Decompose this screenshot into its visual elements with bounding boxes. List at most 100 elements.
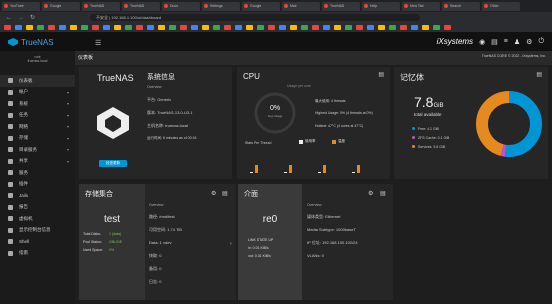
browser-tab[interactable]: Google xyxy=(42,1,80,11)
bookmark-icon[interactable] xyxy=(268,25,275,30)
bookmark-icon[interactable] xyxy=(444,25,451,30)
sidebar-item[interactable]: 共享 ▾ xyxy=(0,156,75,168)
bookmark-icon[interactable] xyxy=(279,25,286,30)
browser-tab[interactable]: TrueNAS xyxy=(82,1,120,11)
chevron-right-icon[interactable]: › xyxy=(230,241,232,247)
bookmark-icon[interactable] xyxy=(136,25,143,30)
bookmark-icon[interactable] xyxy=(400,25,407,30)
sidebar-item[interactable]: 任务 ▾ xyxy=(0,110,75,122)
chevron-down-icon: ▾ xyxy=(66,124,69,130)
truenas-logo[interactable]: TrueNAS xyxy=(8,38,54,47)
menu-toggle-icon[interactable]: ☰ xyxy=(95,39,101,47)
interface-menu-icon[interactable]: ▤ xyxy=(380,190,386,197)
bookmark-icon[interactable] xyxy=(433,25,440,30)
bookmark-icon[interactable] xyxy=(26,25,33,30)
sidebar-item-label: 共享 xyxy=(19,158,28,164)
browser-tab[interactable]: New Tab xyxy=(402,1,440,11)
browser-tab[interactable]: Google xyxy=(242,1,280,11)
browser-tab[interactable]: TrueNAS xyxy=(122,1,160,11)
check-updates-button[interactable]: 检查更新 xyxy=(99,160,127,167)
cpu-menu-icon[interactable]: ▤ xyxy=(378,71,384,78)
pool-settings-icon[interactable]: ⚙ xyxy=(211,190,216,197)
bookmark-icon[interactable] xyxy=(70,25,77,30)
sidebar-item[interactable]: 仪表板 xyxy=(0,75,75,87)
bookmark-icon[interactable] xyxy=(81,25,88,30)
sidebar-item-icon xyxy=(8,89,13,95)
truecommand-icon[interactable]: ◉ xyxy=(479,38,485,46)
bookmark-icon[interactable] xyxy=(48,25,55,30)
bookmark-icon[interactable] xyxy=(180,25,187,30)
bookmark-icon[interactable] xyxy=(114,25,121,30)
sidebar-item[interactable]: 插件 xyxy=(0,179,75,191)
browser-tab[interactable]: Search xyxy=(442,1,480,11)
bookmark-icon[interactable] xyxy=(224,25,231,30)
bookmark-icon[interactable] xyxy=(312,25,319,30)
ixsystems-logo[interactable]: iXsystems xyxy=(437,37,473,46)
bookmark-icon[interactable] xyxy=(125,25,132,30)
bookmark-icon[interactable] xyxy=(169,25,176,30)
bookmark-icon[interactable] xyxy=(147,25,154,30)
back-icon[interactable]: ← xyxy=(6,15,12,21)
bookmark-icon[interactable] xyxy=(301,25,308,30)
bookmark-icon[interactable] xyxy=(257,25,264,30)
interface-title: 介面 xyxy=(244,191,258,198)
browser-tab[interactable]: YouTube xyxy=(2,1,40,11)
bookmark-icon[interactable] xyxy=(59,25,66,30)
bookmark-icon[interactable] xyxy=(202,25,209,30)
bookmark-icon[interactable] xyxy=(367,25,374,30)
bookmark-icon[interactable] xyxy=(15,25,22,30)
browser-tab[interactable]: Mail xyxy=(282,1,320,11)
pool-rows: Total Disks: 1 (data) Pool Status: ONLINE Us… xyxy=(83,232,143,256)
bookmark-icon[interactable] xyxy=(356,25,363,30)
bookmark-icon[interactable] xyxy=(246,25,253,30)
browser-tab[interactable]: Settings xyxy=(202,1,240,11)
sidebar-item[interactable]: 目录服务 ▾ xyxy=(0,144,75,156)
bookmark-icon[interactable] xyxy=(92,25,99,30)
url-field[interactable]: 不安全 | 192.168.1.100/ui/dashboard xyxy=(90,14,421,21)
pool-menu-icon[interactable]: ▤ xyxy=(222,190,228,197)
bookmark-icon[interactable] xyxy=(411,25,418,30)
bookmark-icon[interactable] xyxy=(235,25,242,30)
alerts-icon[interactable]: ♟ xyxy=(514,38,520,46)
sidebar-item[interactable]: 指南 xyxy=(0,248,75,260)
bookmark-icon[interactable] xyxy=(345,25,352,30)
task-manager-icon[interactable]: ≡ xyxy=(504,38,508,45)
bookmark-icon[interactable] xyxy=(103,25,110,30)
settings-icon[interactable]: ⚙ xyxy=(526,38,532,46)
sidebar-item[interactable]: 虚拟机 xyxy=(0,213,75,225)
bookmark-icon[interactable] xyxy=(378,25,385,30)
bookmark-icon[interactable] xyxy=(37,25,44,30)
browser-tab[interactable]: Other xyxy=(482,1,520,11)
bookmark-icon[interactable] xyxy=(191,25,198,30)
cpu-legend-temp: 温度 xyxy=(332,139,345,144)
bookmark-icon[interactable] xyxy=(389,25,396,30)
truenas-mark-icon xyxy=(97,107,129,139)
sidebar-item[interactable]: 网络 ▾ xyxy=(0,121,75,133)
sidebar-item[interactable]: Shell xyxy=(0,236,75,248)
sidebar-item[interactable]: 帐户 ▾ xyxy=(0,87,75,99)
sidebar-item[interactable]: 系统 ▾ xyxy=(0,98,75,110)
browser-tab[interactable]: Help xyxy=(362,1,400,11)
directory-icon[interactable]: ▤ xyxy=(491,38,498,46)
reload-icon[interactable]: ↻ xyxy=(30,14,35,21)
bookmark-icon[interactable] xyxy=(213,25,220,30)
browser-tab[interactable]: Docs xyxy=(162,1,200,11)
bookmark-icon[interactable] xyxy=(158,25,165,30)
sidebar-item[interactable]: 存储 ▾ xyxy=(0,133,75,145)
power-icon[interactable]: ⏻ xyxy=(538,38,544,46)
sidebar-item[interactable]: 显示控制台信息 xyxy=(0,225,75,237)
bookmark-icon[interactable] xyxy=(290,25,297,30)
interface-settings-icon[interactable]: ⚙ xyxy=(368,190,373,197)
pool-row-key: Used Space: xyxy=(83,248,104,252)
bookmark-icon[interactable] xyxy=(323,25,330,30)
sidebar-item[interactable]: 报告 xyxy=(0,202,75,214)
bookmark-icon[interactable] xyxy=(4,25,11,30)
bookmark-icon[interactable] xyxy=(334,25,341,30)
sidebar-item[interactable]: Jails xyxy=(0,190,75,202)
browser-tab[interactable]: TrueNAS xyxy=(322,1,360,11)
sidebar-item[interactable]: 服务 xyxy=(0,167,75,179)
bookmark-icon[interactable] xyxy=(422,25,429,30)
memory-menu-icon[interactable]: ▤ xyxy=(536,71,542,78)
forward-icon[interactable]: → xyxy=(18,15,24,21)
sidebar-item-label: 虚拟机 xyxy=(19,215,33,221)
